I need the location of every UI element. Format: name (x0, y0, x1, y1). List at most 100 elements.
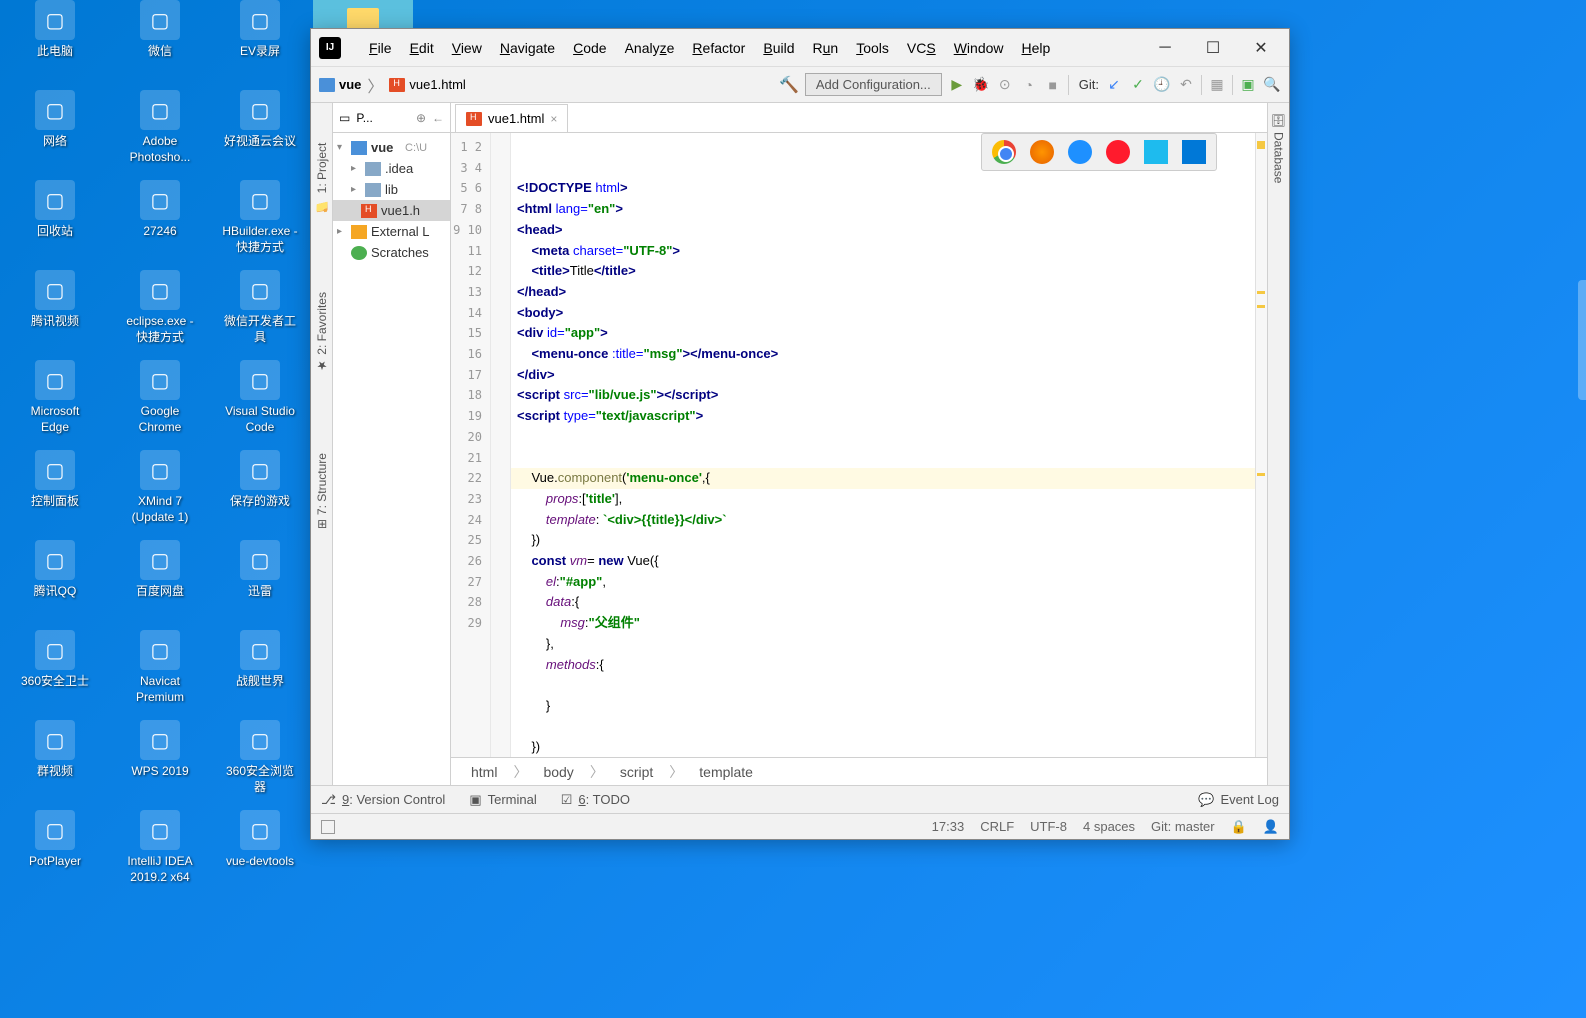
bc-body[interactable]: body (543, 764, 573, 780)
desktop-icon[interactable]: ▢360安全浏览器 (220, 720, 300, 795)
breadcrumb-root[interactable]: vue (319, 77, 361, 92)
toolwindow-project[interactable]: 📁1: Project (315, 143, 329, 212)
status-eol[interactable]: CRLF (980, 819, 1014, 834)
bc-template[interactable]: template (699, 764, 753, 780)
desktop-icon[interactable]: ▢XMind 7 (Update 1) (120, 450, 200, 525)
build-icon[interactable]: 🔨 (779, 75, 799, 95)
minimize-button[interactable]: ─ (1155, 38, 1175, 58)
git-commit-icon[interactable]: ✓ (1129, 76, 1147, 94)
menu-run[interactable]: Run (805, 36, 847, 60)
toolwindow-database[interactable]: 🗄Database (1272, 113, 1286, 184)
tree-lib[interactable]: ▸lib (333, 179, 450, 200)
collapse-icon[interactable]: ← (432, 111, 444, 125)
safari-icon[interactable] (1068, 140, 1092, 164)
desktop-icon[interactable]: ▢网络 (15, 90, 95, 150)
tree-file-vue1[interactable]: vue1.h (333, 200, 450, 221)
desktop-icon[interactable]: ▢回收站 (15, 180, 95, 240)
git-update-icon[interactable]: ↙ (1105, 76, 1123, 94)
ide-structure-icon[interactable]: ▦ (1208, 76, 1226, 94)
desktop-icon[interactable]: ▢PotPlayer (15, 810, 95, 870)
desktop-icon[interactable]: ▢百度网盘 (120, 540, 200, 600)
firefox-icon[interactable] (1030, 140, 1054, 164)
code-content[interactable]: <!DOCTYPE html> <html lang="en"> <head> … (511, 133, 1255, 757)
desktop-icon[interactable]: ▢腾讯QQ (15, 540, 95, 600)
status-git[interactable]: Git: master (1151, 819, 1215, 834)
maximize-button[interactable]: ☐ (1203, 38, 1223, 58)
desktop-icon[interactable]: ▢eclipse.exe - 快捷方式 (120, 270, 200, 345)
desktop-icon[interactable]: ▢WPS 2019 (120, 720, 200, 780)
toolwindow-todo[interactable]: ☑ 6: TODO (561, 792, 630, 808)
ie-icon[interactable] (1144, 140, 1168, 164)
menu-navigate[interactable]: Navigate (492, 36, 563, 60)
tree-scratches[interactable]: Scratches (333, 242, 450, 263)
close-button[interactable]: ✕ (1251, 38, 1271, 58)
desktop-icon[interactable]: ▢控制面板 (15, 450, 95, 510)
desktop-icon[interactable]: ▢迅雷 (220, 540, 300, 600)
desktop-icon[interactable]: ▢此电脑 (15, 0, 95, 60)
coverage-icon[interactable]: ⊙ (996, 76, 1014, 94)
status-indent[interactable]: 4 spaces (1083, 819, 1135, 834)
menu-view[interactable]: View (444, 36, 490, 60)
status-encoding[interactable]: UTF-8 (1030, 819, 1067, 834)
toolwindow-favorites[interactable]: ★2: Favorites (315, 292, 329, 373)
menu-vcs[interactable]: VCS (899, 36, 944, 60)
desktop-icon[interactable]: ▢Google Chrome (120, 360, 200, 435)
desktop-icon[interactable]: ▢HBuilder.exe - 快捷方式 (220, 180, 300, 255)
breadcrumb-file[interactable]: vue1.html (389, 77, 465, 92)
bc-script[interactable]: script (620, 764, 653, 780)
tree-external[interactable]: ▸External L (333, 221, 450, 242)
inspector-icon[interactable]: 👤 (1263, 819, 1279, 835)
bc-html[interactable]: html (471, 764, 497, 780)
menu-analyze[interactable]: Analyze (617, 36, 683, 60)
search-everywhere-icon[interactable]: 🔍 (1263, 76, 1281, 94)
menu-edit[interactable]: Edit (402, 36, 442, 60)
desktop-icon[interactable]: ▢腾讯视频 (15, 270, 95, 330)
locate-icon[interactable]: ⊕ (416, 111, 426, 125)
desktop-icon[interactable]: ▢Navicat Premium (120, 630, 200, 705)
stop-icon[interactable]: ■ (1044, 76, 1062, 94)
tree-idea[interactable]: ▸.idea (333, 158, 450, 179)
chrome-icon[interactable] (992, 140, 1016, 164)
run-config-selector[interactable]: Add Configuration... (805, 73, 942, 96)
menu-refactor[interactable]: Refactor (684, 36, 753, 60)
run-icon[interactable]: ▶ (948, 76, 966, 94)
profile-icon[interactable]: ◔ (1020, 76, 1038, 94)
tree-root[interactable]: ▾vue C:\U (333, 137, 450, 158)
desktop-icon[interactable]: ▢保存的游戏 (220, 450, 300, 510)
debug-icon[interactable]: 🐞 (972, 76, 990, 94)
desktop-icon[interactable]: ▢微信开发者工具 (220, 270, 300, 345)
editor-tab-vue1[interactable]: vue1.html × (455, 104, 568, 132)
desktop-icon[interactable]: ▢微信 (120, 0, 200, 60)
desktop-icon[interactable]: ▢群视频 (15, 720, 95, 780)
error-stripe[interactable] (1255, 133, 1267, 757)
close-tab-icon[interactable]: × (550, 112, 557, 126)
opera-icon[interactable] (1106, 140, 1130, 164)
menu-window[interactable]: Window (946, 36, 1012, 60)
run-anything-icon[interactable]: ▣ (1239, 76, 1257, 94)
desktop-icon[interactable]: ▢战舰世界 (220, 630, 300, 690)
toolwindow-structure[interactable]: ⊞7: Structure (315, 453, 329, 529)
desktop-icon[interactable]: ▢vue-devtools (220, 810, 300, 870)
toolwindow-terminal[interactable]: ▣ Terminal (469, 792, 536, 808)
desktop-icon[interactable]: ▢Visual Studio Code (220, 360, 300, 435)
toolwindow-vcs[interactable]: ⎇ 9: Version Control (321, 792, 445, 808)
fold-gutter[interactable] (491, 133, 511, 757)
lock-icon[interactable]: 🔒 (1231, 819, 1247, 835)
desktop-icon[interactable]: ▢EV录屏 (220, 0, 300, 60)
git-revert-icon[interactable]: ↶ (1177, 76, 1195, 94)
desktop-icon[interactable]: ▢Microsoft Edge (15, 360, 95, 435)
desktop-icon[interactable]: ▢好视通云会议 (220, 90, 300, 150)
desktop-icon[interactable]: ▢27246 (120, 180, 200, 240)
edge-icon[interactable] (1182, 140, 1206, 164)
desktop-icon[interactable]: ▢IntelliJ IDEA 2019.2 x64 (120, 810, 200, 885)
menu-code[interactable]: Code (565, 36, 614, 60)
menu-help[interactable]: Help (1014, 36, 1059, 60)
event-log[interactable]: 💬 Event Log (1198, 792, 1279, 808)
menu-build[interactable]: Build (755, 36, 802, 60)
desktop-icon[interactable]: ▢360安全卫士 (15, 630, 95, 690)
menu-tools[interactable]: Tools (848, 36, 897, 60)
desktop-icon[interactable]: ▢Adobe Photosho... (120, 90, 200, 165)
menu-file[interactable]: FFileile (361, 36, 400, 60)
git-history-icon[interactable]: 🕘 (1153, 76, 1171, 94)
toolwindows-toggle-icon[interactable] (321, 820, 335, 834)
